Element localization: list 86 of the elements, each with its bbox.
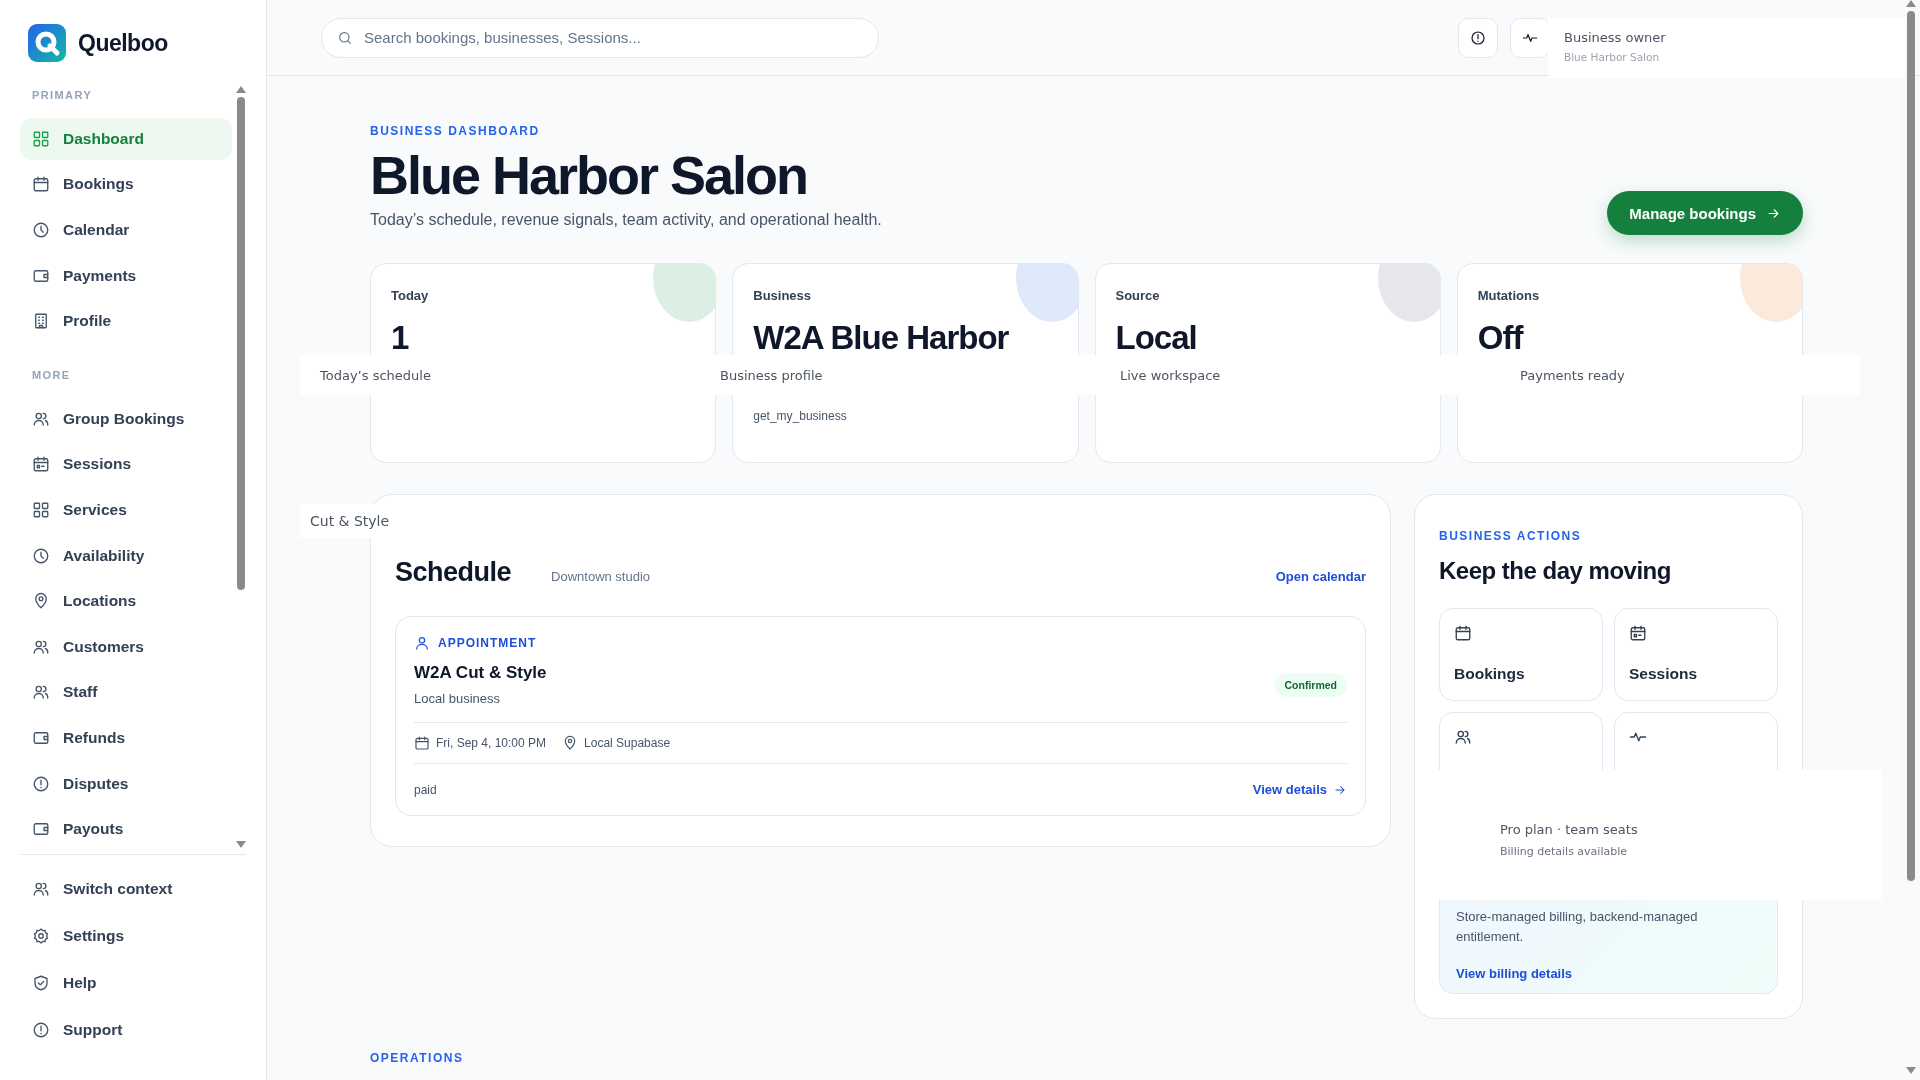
activity-button[interactable] [1510, 17, 1550, 58]
alert-button[interactable] [1458, 17, 1498, 58]
stat-note: get_my_business [753, 409, 848, 424]
status-badge: Confirmed [1274, 672, 1347, 697]
tooltip-subtitle: Billing details available [1500, 845, 1628, 858]
stat-value: Local [1115, 319, 1198, 358]
nav-item[interactable]: Profile [20, 300, 232, 342]
stat-label: Business [753, 288, 813, 304]
nav-item[interactable]: Disputes [20, 762, 232, 805]
users-icon [1454, 728, 1472, 747]
alert-icon [32, 1020, 50, 1039]
calendar-icon [414, 735, 430, 752]
user-business: Blue Harbor Salon [1564, 51, 1661, 63]
nav-item[interactable]: Refunds [20, 717, 232, 759]
search-field[interactable]: Search bookings, businesses, Sessions... [321, 17, 879, 58]
grid-icon [32, 129, 50, 148]
nav-item[interactable]: Availability [20, 534, 232, 577]
nav-item[interactable]: Payments [20, 254, 232, 297]
stat-hint: Live workspace [1120, 367, 1222, 383]
nav-item[interactable]: Help [20, 961, 246, 1004]
nav-item[interactable]: Group Bookings [20, 398, 232, 440]
tooltip-title: Pro plan · team seats [1500, 822, 1639, 837]
nav-item[interactable]: Support [20, 1008, 246, 1051]
action-tile[interactable]: Bookings [1439, 608, 1603, 702]
appointment-title: W2A Cut & Style [414, 663, 547, 684]
stat-hint: Payments ready [1520, 367, 1626, 383]
grid-icon [32, 501, 50, 519]
nav-item[interactable]: Staff [20, 671, 232, 714]
section-eyebrow: OPERATIONS [370, 1051, 465, 1066]
users-icon [32, 683, 50, 702]
calendar-icon [1454, 624, 1472, 643]
section-heading: MORE [31, 368, 72, 383]
tooltip-text: Cut & Style [310, 513, 390, 529]
view-details-link[interactable]: View details [1252, 782, 1347, 798]
stat-label: Source [1115, 288, 1161, 304]
payment-status: paid [414, 782, 437, 797]
stat-label: Mutations [1477, 288, 1541, 304]
nav-item[interactable]: Payouts [20, 808, 232, 850]
stat-value: Off [1477, 319, 1525, 358]
stat-label: Today [391, 288, 430, 304]
billing-link[interactable]: View billing details [1456, 966, 1573, 982]
nav-item[interactable]: Locations [20, 580, 232, 622]
alert-icon [32, 774, 50, 793]
stat-hint: Business profile [720, 367, 824, 383]
user-role: Business owner [1564, 30, 1667, 45]
manage-bookings-button[interactable]: Manage bookings [1607, 191, 1803, 236]
logo-icon [28, 24, 66, 62]
nav-item[interactable]: Settings [20, 914, 246, 957]
brand-name: Quelboo [78, 29, 168, 57]
section-heading: PRIMARY [31, 88, 94, 103]
appointment-subtitle: Local business [414, 691, 501, 707]
settings-icon [32, 926, 50, 945]
appointment-type: APPOINTMENT [438, 636, 537, 651]
calendar-icon [32, 455, 50, 474]
location-label: Downtown studio [551, 569, 651, 585]
nav-item[interactable]: Services [20, 489, 232, 531]
user-panel[interactable]: Business owner Blue Harbor Salon [1548, 18, 1905, 78]
page-title: Blue Harbor Salon [370, 146, 809, 206]
nav-item[interactable]: Calendar [20, 209, 232, 251]
page-eyebrow: BUSINESS DASHBOARD [370, 124, 541, 138]
schedule-title: Schedule [395, 557, 512, 589]
building-icon [32, 312, 50, 331]
page-subtitle: Today’s schedule, revenue signals, team activity, and operational health. [370, 211, 882, 230]
appointment-place: Local Supabase [584, 736, 671, 751]
actions-title: Keep the day moving [1439, 557, 1672, 586]
alert-icon [1470, 29, 1486, 46]
calendar-icon [32, 175, 50, 194]
clock-icon [32, 546, 50, 565]
nav-item[interactable]: Customers [20, 625, 232, 668]
stat-hint: Today’s schedule [320, 367, 432, 383]
nav-item[interactable]: Bookings [20, 163, 232, 206]
stat-value: W2A Blue Harbor [753, 319, 1010, 358]
nav-item[interactable]: Sessions [20, 443, 232, 486]
calendar-icon [1629, 624, 1647, 643]
nav-item[interactable]: Switch context [20, 867, 246, 910]
plan-description: Store-managed billing, backend-managed entitlement. [1456, 908, 1699, 946]
clock-icon [32, 221, 50, 239]
nav-item[interactable]: Dashboard [20, 118, 232, 160]
stat-value: 1 [391, 319, 410, 358]
open-calendar-link[interactable]: Open calendar [1275, 569, 1366, 585]
person-icon [414, 635, 430, 652]
actions-eyebrow: BUSINESS ACTIONS [1439, 529, 1583, 544]
pin-icon [32, 592, 50, 611]
shield-icon [32, 973, 50, 992]
appointment-date: Fri, Sep 4, 10:00 PM [436, 736, 547, 751]
action-tile[interactable]: Sessions [1614, 608, 1778, 702]
